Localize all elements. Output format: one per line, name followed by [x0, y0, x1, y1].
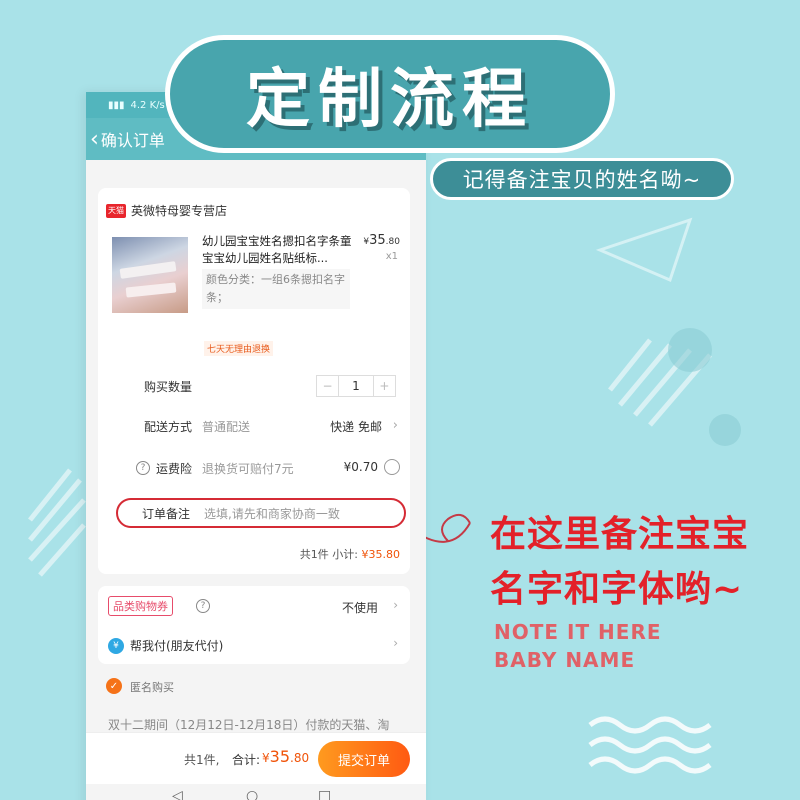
product-qty: x1 — [385, 251, 398, 262]
phone-screen: ▮▮▮ 4.2 K/s ‹ 确认订单 天猫 英微特母婴专营店 幼儿园宝宝姓名摁扣… — [86, 92, 426, 800]
friend-pay-icon: ¥ — [108, 638, 124, 654]
callout-en-line-1: NOTE IT HERE — [494, 620, 662, 644]
friend-pay-label: 帮我付(朋友代付) — [130, 639, 224, 653]
product-item[interactable]: 幼儿园宝宝姓名摁扣名字条童宝宝幼儿园姓名贴纸标... ¥35.80 x1 颜色分… — [98, 219, 410, 356]
shop-row[interactable]: 天猫 英微特母婴专营店 — [98, 188, 410, 219]
product-price: ¥35.80 — [363, 233, 400, 248]
quantity-label: 购买数量 — [144, 380, 193, 394]
tmall-icon: 天猫 — [106, 203, 126, 218]
insurance-radio[interactable] — [384, 459, 400, 475]
insurance-row: ? 运费险 退换货可赔付7元 ¥0.70 — [98, 459, 410, 480]
friend-pay-row[interactable]: ¥ 帮我付(朋友代付) › — [98, 636, 410, 658]
insurance-label: 运费险 — [156, 462, 193, 476]
insurance-desc: 退换货可赔付7元 — [202, 462, 294, 476]
plus-button[interactable]: + — [374, 376, 395, 396]
coupon-row[interactable]: 品类购物券 ? 不使用 › — [98, 596, 410, 618]
recent-nav-icon[interactable]: □ — [318, 788, 331, 800]
return-policy-badge: 七天无理由退换 — [204, 341, 274, 356]
signal-icon: ▮▮▮ — [108, 99, 125, 111]
subtitle-badge: 记得备注宝贝的姓名呦~ — [430, 158, 734, 200]
promo-text: 双十二期间（12月12日-12月18日）付款的天猫、淘 — [108, 718, 390, 732]
insurance-price: ¥0.70 — [343, 460, 378, 474]
title-badge: 定制流程 — [165, 35, 615, 153]
coupon-status: 不使用 — [341, 601, 378, 615]
anonymous-label: 匿名购买 — [130, 681, 174, 694]
delivery-label: 配送方式 — [144, 420, 193, 434]
note-label: 订单备注 — [142, 506, 191, 521]
network-speed: 4.2 K/s — [130, 99, 165, 111]
help-icon[interactable]: ? — [196, 599, 210, 613]
back-icon[interactable]: ‹ — [90, 127, 99, 152]
order-note-field[interactable]: 订单备注 选填,请先和商家协商一致 — [116, 498, 406, 528]
payment-card: 品类购物券 ? 不使用 › ¥ 帮我付(朋友代付) › — [98, 586, 410, 664]
chevron-right-icon: › — [393, 598, 398, 612]
product-title: 幼儿园宝宝姓名摁扣名字条童宝宝幼儿园姓名贴纸标... — [202, 234, 352, 265]
callout-line-1: 在这里备注宝宝 — [490, 514, 750, 555]
page-title: 确认订单 — [100, 131, 165, 150]
quantity-stepper[interactable]: − 1 + — [316, 375, 396, 397]
delivery-value: 普通配送 — [202, 420, 251, 434]
chevron-right-icon: › — [393, 636, 398, 650]
chevron-right-icon: › — [392, 418, 398, 433]
subtitle-text: 记得备注宝贝的姓名呦~ — [462, 168, 702, 192]
help-icon[interactable]: ? — [136, 461, 150, 475]
back-nav-icon[interactable]: ◁ — [172, 788, 183, 800]
bottom-bar: 共1件, 合计: ¥35.80 提交订单 — [86, 732, 426, 784]
shop-name: 英微特母婴专营店 — [131, 204, 228, 218]
quantity-row: 购买数量 − 1 + — [98, 375, 410, 398]
product-sku[interactable]: 颜色分类：一组6条摁扣名字条； — [202, 269, 350, 309]
callout-line-2: 名字和字体哟~ — [490, 569, 744, 610]
total-label: 合计: — [232, 753, 261, 767]
order-card: 天猫 英微特母婴专营店 幼儿园宝宝姓名摁扣名字条童宝宝幼儿园姓名贴纸标... ¥… — [98, 188, 410, 574]
minus-button[interactable]: − — [317, 376, 338, 396]
note-input[interactable]: 选填,请先和商家协商一致 — [204, 505, 340, 522]
subtotal: 共1件 小计: ¥35.80 — [299, 548, 400, 561]
anonymous-checkbox[interactable]: ✓ — [106, 678, 122, 694]
product-image[interactable] — [112, 237, 188, 313]
delivery-row[interactable]: 配送方式 普通配送 快递 免邮 › — [98, 418, 410, 438]
title-text: 定制流程 — [246, 63, 534, 137]
quantity-value[interactable]: 1 — [338, 376, 374, 396]
system-nav: ◁ ○ □ — [86, 784, 426, 800]
coupon-badge: 品类购物券 — [108, 596, 173, 616]
item-count: 共1件, — [184, 753, 220, 767]
total-amount: ¥35.80 — [262, 747, 310, 766]
submit-order-button[interactable]: 提交订单 — [318, 741, 410, 777]
home-nav-icon[interactable]: ○ — [246, 788, 258, 800]
delivery-option: 快递 免邮 — [330, 420, 382, 434]
callout-en-line-2: BABY NAME — [494, 648, 636, 672]
